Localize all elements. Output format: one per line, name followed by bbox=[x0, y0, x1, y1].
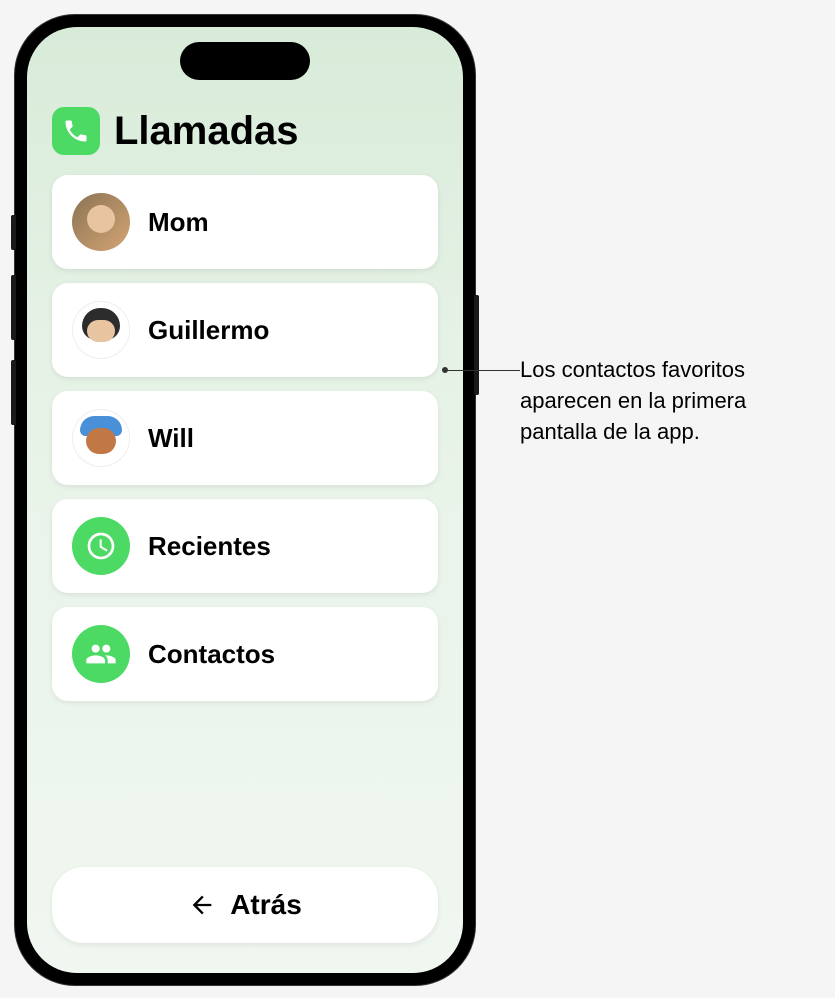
contact-name: Will bbox=[148, 423, 194, 454]
phone-icon bbox=[62, 117, 90, 145]
contacts-button[interactable]: Contactos bbox=[52, 607, 438, 701]
mute-switch bbox=[11, 215, 16, 250]
page-title: Llamadas bbox=[114, 109, 299, 154]
callout-line bbox=[445, 370, 520, 371]
people-icon bbox=[72, 625, 130, 683]
callout-text: Los contactos favoritos aparecen en la p… bbox=[520, 355, 820, 447]
callout: Los contactos favoritos aparecen en la p… bbox=[520, 355, 820, 447]
avatar bbox=[72, 301, 130, 359]
back-label: Atrás bbox=[230, 889, 302, 921]
recents-button[interactable]: Recientes bbox=[52, 499, 438, 593]
phone-frame: Llamadas Mom Guillermo Will bbox=[15, 15, 475, 985]
favorite-contact-guillermo[interactable]: Guillermo bbox=[52, 283, 438, 377]
phone-screen: Llamadas Mom Guillermo Will bbox=[27, 27, 463, 973]
contacts-label: Contactos bbox=[148, 639, 275, 670]
phone-app-icon bbox=[52, 107, 100, 155]
list-container: Mom Guillermo Will Recientes bbox=[27, 175, 463, 847]
favorite-contact-mom[interactable]: Mom bbox=[52, 175, 438, 269]
volume-down bbox=[11, 360, 16, 425]
arrow-left-icon bbox=[188, 891, 216, 919]
volume-up bbox=[11, 275, 16, 340]
side-button bbox=[474, 295, 479, 395]
contact-name: Mom bbox=[148, 207, 209, 238]
contact-name: Guillermo bbox=[148, 315, 269, 346]
back-button[interactable]: Atrás bbox=[52, 867, 438, 943]
avatar bbox=[72, 193, 130, 251]
avatar bbox=[72, 409, 130, 467]
favorite-contact-will[interactable]: Will bbox=[52, 391, 438, 485]
clock-icon bbox=[72, 517, 130, 575]
recents-label: Recientes bbox=[148, 531, 271, 562]
dynamic-island bbox=[180, 42, 310, 80]
